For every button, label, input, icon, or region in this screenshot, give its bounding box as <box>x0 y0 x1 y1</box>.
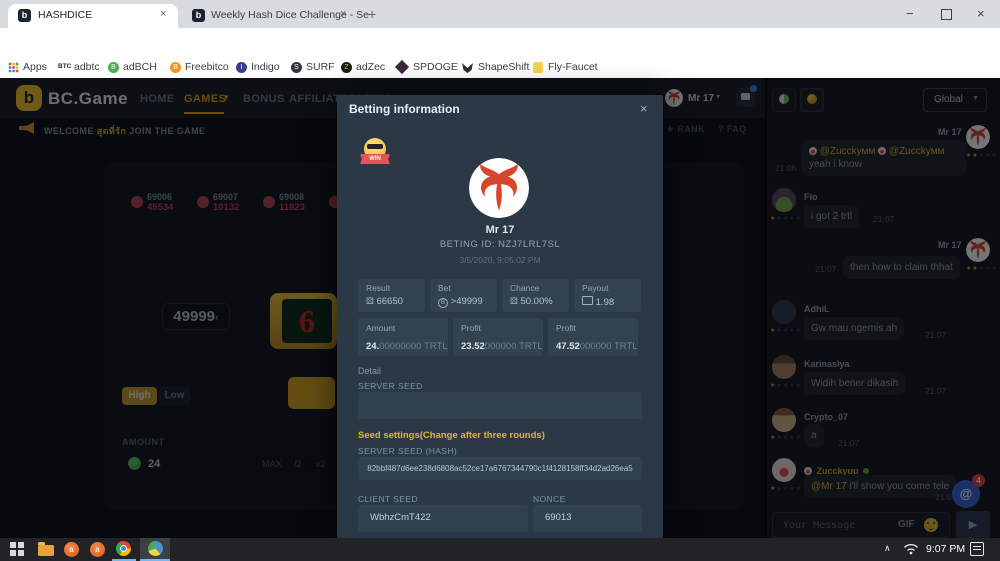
client-seed-input[interactable]: WbhzCmT422 <box>358 505 528 532</box>
player-name: Mr 17 <box>337 224 663 236</box>
bcgame-favicon: b <box>18 9 31 22</box>
window-maximize-icon[interactable] <box>941 9 952 20</box>
flyfaucet-icon <box>533 62 543 73</box>
tray-expand-icon[interactable]: ∧ <box>884 543 891 554</box>
start-button-icon[interactable] <box>10 542 24 556</box>
dice-icon: ⚄ <box>510 296 518 306</box>
nonce-input[interactable]: 69013 <box>533 505 642 532</box>
bookmark-apps[interactable]: Apps <box>23 61 47 73</box>
bookmark-adzec[interactable]: adZec <box>356 61 385 73</box>
detail-label: Detail <box>358 366 381 376</box>
orange-app-icon[interactable]: a <box>90 542 105 557</box>
chrome-taskbar-icon[interactable] <box>116 541 131 556</box>
client-seed-label: CLIENT SEED <box>358 494 418 504</box>
apps-grid-icon[interactable] <box>8 62 19 73</box>
bookmark-adbtc[interactable]: adbtc <box>74 61 100 73</box>
tab-close-icon[interactable]: × <box>160 8 166 20</box>
bet-id: BETING ID: NZJ7LRL7SL <box>337 239 663 250</box>
wallet-icon <box>582 296 593 305</box>
stat-card-payout: Payout 1.98 <box>574 279 641 312</box>
profit-card: Profit 23.52000000 TRTL <box>453 318 543 356</box>
browser-tab-strip: b HASHDICE × b Weekly Hash Dice Challeng… <box>0 0 1000 28</box>
adbch-icon: B <box>108 62 119 73</box>
freebitco-icon: B <box>170 62 181 73</box>
nonce-label: NONCE <box>533 494 566 504</box>
server-seed-input[interactable] <box>358 392 642 419</box>
shapeshift-icon <box>461 61 474 74</box>
bookmark-adbch[interactable]: adBCH <box>123 61 157 73</box>
taskbar-clock[interactable]: 9:07 PM <box>926 543 965 555</box>
bookmark-surf[interactable]: SURF <box>306 61 335 73</box>
tab-hashdice[interactable] <box>8 4 178 28</box>
orange-app-icon[interactable]: a <box>64 542 79 557</box>
wifi-icon[interactable] <box>903 543 919 555</box>
win-badge-icon: WIN <box>359 138 391 170</box>
coin-icon: B <box>438 298 448 308</box>
amounts-row: Amount 24.00000000 TRTL Profit 23.520000… <box>358 318 638 356</box>
bookmark-indigo[interactable]: Indigo <box>251 61 280 73</box>
tab-close-icon[interactable]: × <box>340 8 346 20</box>
player-avatar[interactable] <box>469 158 529 218</box>
modal-close-icon[interactable]: × <box>640 101 648 116</box>
tab-title: HASHDICE <box>38 9 92 21</box>
modal-title: Betting information <box>349 102 460 116</box>
bookmark-flyfaucet[interactable]: Fly-Faucet <box>548 61 598 73</box>
profit-card: Profit 47.52000000 TRTL <box>548 318 638 356</box>
spdoge-icon <box>395 60 409 74</box>
windows-taskbar: a a ∧ 9:07 PM <box>0 538 1000 561</box>
stat-card-result: Result ⚄ 66650 <box>358 279 425 312</box>
action-center-icon[interactable] <box>970 542 984 556</box>
amount-card: Amount 24.00000000 TRTL <box>358 318 448 356</box>
new-tab-icon[interactable]: + <box>368 6 376 22</box>
window-minimize-icon[interactable]: − <box>906 6 914 21</box>
server-seed-hash-input[interactable]: 82bbf487d6ee238d6808ac52ce17a6767344790c… <box>358 457 642 480</box>
stats-row: Result ⚄ 66650 Bet B >49999 Chance ⚄ 50.… <box>358 279 641 312</box>
indigo-icon: I <box>236 62 247 73</box>
server-seed-label: SERVER SEED <box>358 381 423 391</box>
bookmarks-bar: Apps BTC adbtc B adBCH B Freebitco I Ind… <box>0 56 1000 79</box>
seed-settings-label: Seed settings(Change after three rounds) <box>358 430 545 441</box>
file-explorer-icon[interactable] <box>38 542 54 556</box>
browser-toolbar: ← → ↻ bc.game/roll ⊕ ☆ 1.18 <box>0 28 1000 56</box>
btc-text-icon: BTC <box>58 63 71 70</box>
bookmark-shapeshift[interactable]: ShapeShift <box>478 61 529 73</box>
stat-card-bet: Bet B >49999 <box>430 279 497 312</box>
dice-icon: ⚄ <box>366 296 374 306</box>
server-seed-hash-label: SERVER SEED (HASH) <box>358 446 457 456</box>
active-app-button[interactable] <box>140 538 170 561</box>
screen: b HASHDICE × b Weekly Hash Dice Challeng… <box>0 0 1000 561</box>
bookmark-spdoge[interactable]: SPDOGE <box>413 61 458 73</box>
bcgame-favicon: b <box>192 9 205 22</box>
surf-icon: S <box>291 62 302 73</box>
bookmark-freebitco[interactable]: Freebitco <box>185 61 229 73</box>
stat-card-chance: Chance ⚄ 50.00% <box>502 279 569 312</box>
adzec-icon: Z <box>341 62 352 73</box>
bet-datetime: 3/5/2020, 9:05:02 PM <box>337 255 663 265</box>
window-close-icon[interactable]: × <box>977 6 985 21</box>
